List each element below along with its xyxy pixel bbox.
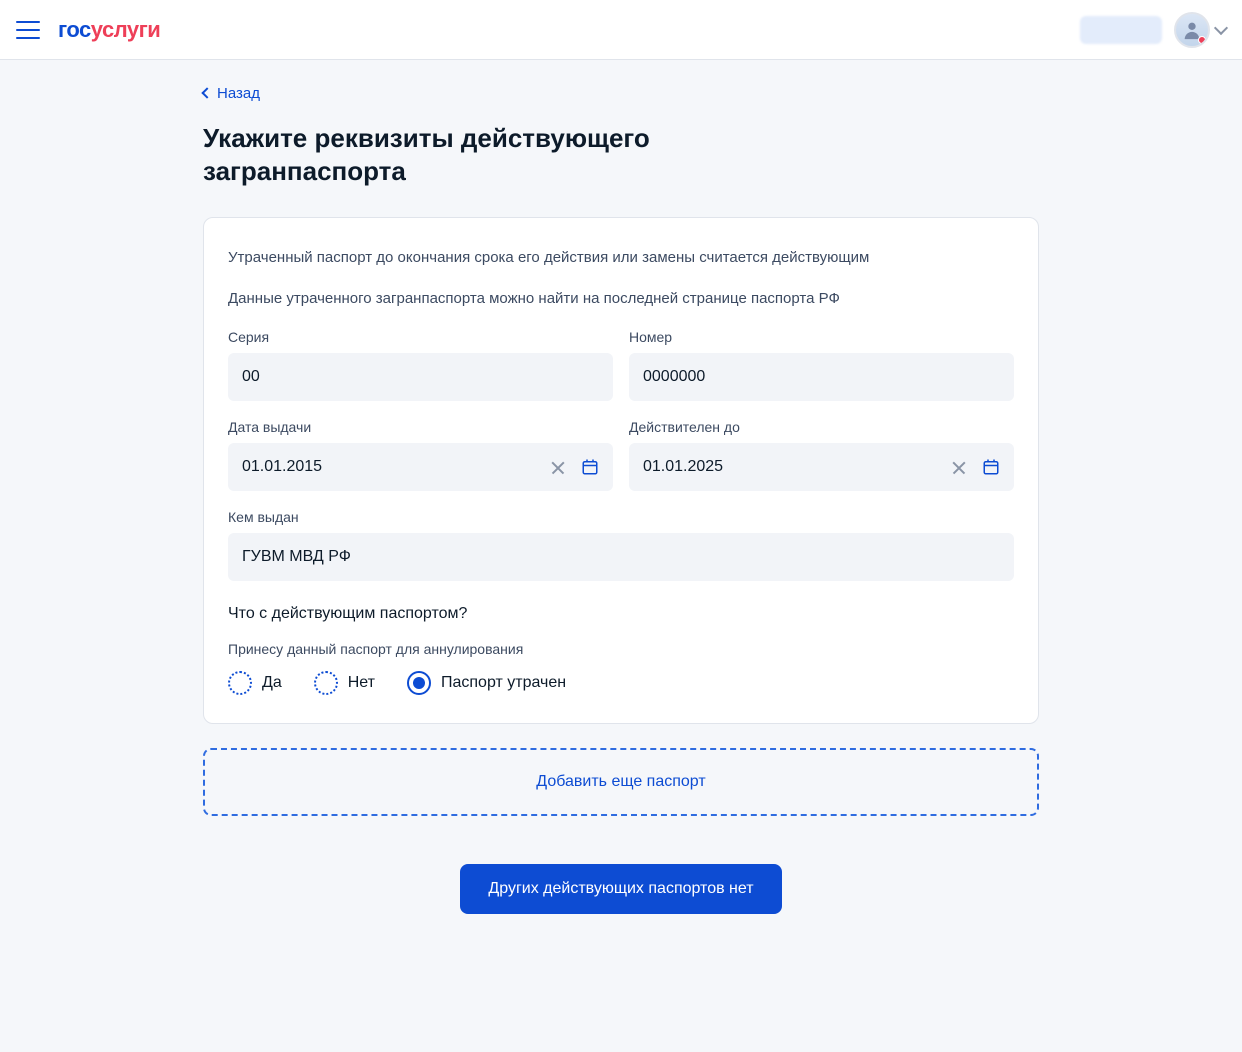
info-text-1: Утраченный паспорт до окончания срока ег… xyxy=(228,246,1014,269)
issue-date-label: Дата выдачи xyxy=(228,419,613,435)
series-label: Серия xyxy=(228,329,613,345)
clear-issue-date-icon[interactable] xyxy=(547,456,569,478)
notification-dot xyxy=(1198,36,1206,44)
radio-no[interactable]: Нет xyxy=(314,671,375,695)
radio-icon xyxy=(407,671,431,695)
menu-icon[interactable] xyxy=(16,21,40,39)
radio-group: Да Нет Паспорт утрачен xyxy=(228,671,1014,695)
app-header: госуслуги xyxy=(0,0,1242,60)
issued-by-label: Кем выдан xyxy=(228,509,1014,525)
chevron-left-icon xyxy=(201,87,212,98)
back-button[interactable]: Назад xyxy=(203,85,260,102)
valid-until-label: Действителен до xyxy=(629,419,1014,435)
series-input[interactable] xyxy=(228,353,613,401)
submit-button[interactable]: Других действующих паспортов нет xyxy=(460,864,781,914)
radio-yes-label: Да xyxy=(262,674,282,692)
avatar xyxy=(1174,12,1210,48)
radio-no-label: Нет xyxy=(348,674,375,692)
calendar-icon[interactable] xyxy=(978,454,1004,480)
radio-lost[interactable]: Паспорт утрачен xyxy=(407,671,566,695)
info-text-2: Данные утраченного загранпаспорта можно … xyxy=(228,287,1014,310)
back-label: Назад xyxy=(217,85,260,102)
passport-form-card: Утраченный паспорт до окончания срока ег… xyxy=(203,217,1039,724)
radio-lost-label: Паспорт утрачен xyxy=(441,674,566,692)
page-title: Укажите реквизиты действующего загранпас… xyxy=(203,122,723,190)
radio-group-label: Принесу данный паспорт для аннулирования xyxy=(228,641,1014,657)
number-input[interactable] xyxy=(629,353,1014,401)
add-passport-button[interactable]: Добавить еще паспорт xyxy=(203,748,1039,816)
header-blur-placeholder xyxy=(1080,16,1162,44)
radio-icon xyxy=(228,671,252,695)
logo-part-2: услуги xyxy=(91,17,161,42)
logo-part-1: гос xyxy=(58,17,91,42)
number-label: Номер xyxy=(629,329,1014,345)
user-menu[interactable] xyxy=(1174,12,1226,48)
chevron-down-icon xyxy=(1214,20,1228,34)
logo[interactable]: госуслуги xyxy=(58,17,160,43)
passport-status-question: Что с действующим паспортом? xyxy=(228,605,1014,623)
clear-valid-until-icon[interactable] xyxy=(948,456,970,478)
calendar-icon[interactable] xyxy=(577,454,603,480)
issued-by-input[interactable] xyxy=(228,533,1014,581)
radio-icon xyxy=(314,671,338,695)
radio-yes[interactable]: Да xyxy=(228,671,282,695)
